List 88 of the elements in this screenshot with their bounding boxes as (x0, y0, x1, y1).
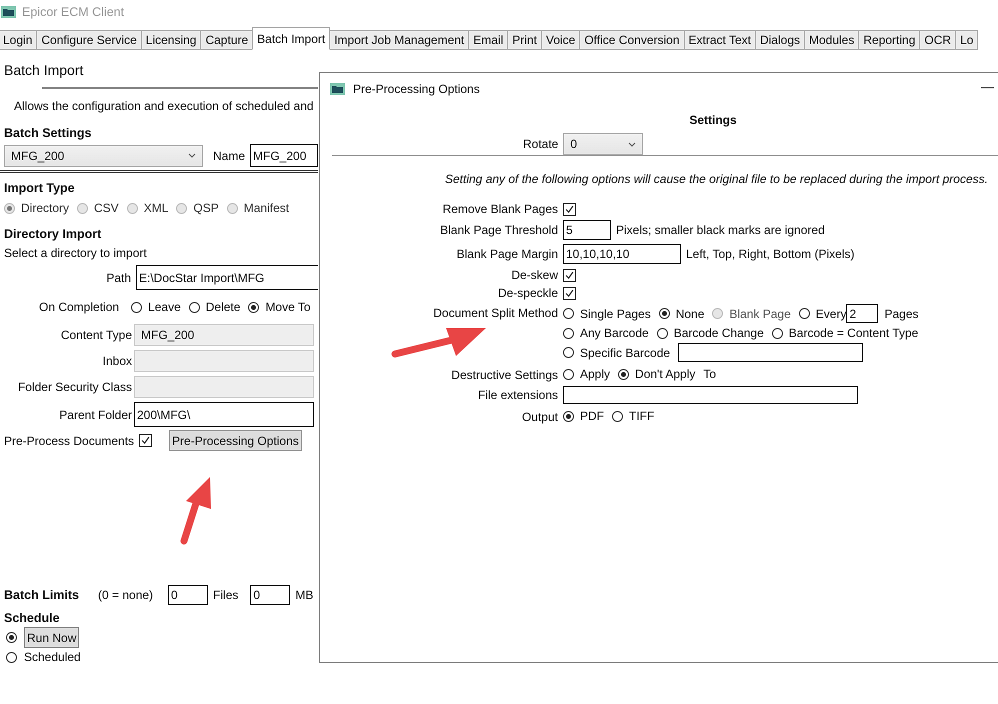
tab[interactable]: Configure Service (36, 30, 142, 50)
tab[interactable]: Print (507, 30, 542, 50)
tab[interactable]: Import Job Management (329, 30, 470, 50)
radio-label: Move To (265, 300, 311, 314)
radio-label: CSV (94, 201, 119, 215)
tab[interactable]: Extract Text (684, 30, 756, 50)
field-label: Name (213, 148, 246, 162)
unit-label: MB (295, 588, 314, 602)
settings-heading: Settings (688, 113, 738, 127)
field-label: On Completion (39, 300, 120, 314)
tab[interactable]: Lo (955, 30, 978, 50)
field-label: Folder Security Class (16, 380, 132, 394)
radio-label: QSP (193, 201, 219, 215)
radio-label: Barcode = Content Type (788, 326, 918, 340)
minimize-button[interactable]: — (981, 79, 994, 94)
threshold-field[interactable]: 5 (563, 220, 611, 240)
name-field[interactable]: MFG_200 (250, 144, 318, 167)
radio-label: Directory (21, 201, 70, 215)
field-label: Path (106, 270, 131, 284)
field-label: Content Type (60, 328, 132, 342)
section-heading: Batch Limits (4, 588, 80, 602)
radio-label: Blank Page (729, 306, 791, 320)
tab[interactable]: Login (0, 30, 38, 50)
files-field[interactable]: 0 (168, 585, 208, 605)
tab[interactable]: Voice (540, 30, 580, 50)
dialog-title: Pre-Processing Options (353, 82, 480, 96)
unit-label: Files (213, 588, 238, 602)
field-label: Document Split Method (432, 305, 558, 320)
radio-label: XML (144, 201, 168, 215)
radio-label: Any Barcode (580, 326, 649, 340)
description: Allows the configuration and execution of scheduled and (14, 99, 315, 113)
field-label: Inbox (102, 354, 132, 368)
content-type-dropdown[interactable]: MFG_200 (134, 324, 314, 346)
window-title: Epicor ECM Client (22, 5, 124, 19)
margin-field[interactable]: 10,10,10,10 (563, 244, 681, 264)
radio-label: Leave (148, 300, 181, 314)
field-label: Remove Blank Pages (442, 202, 558, 216)
hint-text: To (703, 367, 716, 381)
radio-label: Manifest (244, 201, 290, 215)
tab[interactable]: Batch Import (252, 27, 330, 50)
section-heading: Import Type (4, 181, 76, 195)
hint-text: Pixels; smaller black marks are ignored (616, 223, 825, 237)
tab[interactable]: Licensing (140, 30, 202, 50)
mb-field[interactable]: 0 (250, 585, 290, 605)
hint-text: Select a directory to import (4, 246, 148, 260)
path-field[interactable]: E:\DocStar Import\MFG (136, 265, 318, 290)
section-heading: Schedule (4, 611, 61, 625)
field-label: File extensions (476, 388, 558, 402)
radio-label: Scheduled (24, 650, 81, 664)
radio-label: Don't Apply (635, 367, 696, 381)
rotate-dropdown[interactable]: 0 (563, 133, 644, 155)
field-label: De-skew (510, 268, 558, 282)
hint-text: Left, Top, Right, Bottom (Pixels) (686, 247, 855, 261)
tab[interactable]: Dialogs (754, 30, 805, 50)
radio-label: Single Pages (580, 306, 651, 320)
tab[interactable]: Email (468, 30, 508, 50)
field-label: Parent Folder (58, 408, 132, 422)
batch-dropdown[interactable]: MFG_200 (4, 144, 203, 166)
unit-label: Pages (884, 306, 919, 320)
parent-folder-field[interactable]: 200\MFG\ (134, 402, 314, 427)
tab[interactable]: Office Conversion (579, 30, 684, 50)
field-label: Blank Page Threshold (439, 223, 558, 237)
page-heading: Batch Import (4, 62, 84, 78)
radio-label: Specific Barcode (580, 346, 670, 360)
pre-processing-options-button[interactable]: Pre-Processing Options (169, 430, 302, 451)
page-count-field[interactable]: 2 (846, 304, 878, 323)
field-label: Rotate (523, 137, 558, 151)
tab[interactable]: Modules (804, 30, 860, 50)
radio-label: Delete (206, 300, 240, 314)
radio-label: PDF (580, 409, 604, 423)
field-label: Destructive Settings (450, 367, 558, 382)
run-now-button[interactable]: Run Now (24, 627, 80, 648)
radio-label: Apply (580, 367, 610, 381)
hint-text: (0 = none) (98, 588, 154, 602)
section-heading: Directory Import (4, 227, 102, 241)
radio-label: Every (816, 306, 846, 320)
field-label: Blank Page Margin (456, 247, 558, 261)
tab[interactable]: Reporting (858, 30, 920, 50)
field-label: Output (520, 409, 558, 424)
radio-label: None (676, 306, 704, 320)
checkbox-label: Pre-Process Documents (4, 434, 134, 448)
radio-label: TIFF (629, 409, 654, 423)
section-heading: Batch Settings (4, 126, 93, 140)
radio-label: Barcode Change (674, 326, 764, 340)
field-label: De-speckle (496, 286, 558, 300)
tab[interactable]: OCR (919, 30, 956, 50)
tab[interactable]: Capture (200, 30, 254, 50)
warning-note: Setting any of the following options will cause the original file to be replaced during the import process. (445, 172, 989, 186)
